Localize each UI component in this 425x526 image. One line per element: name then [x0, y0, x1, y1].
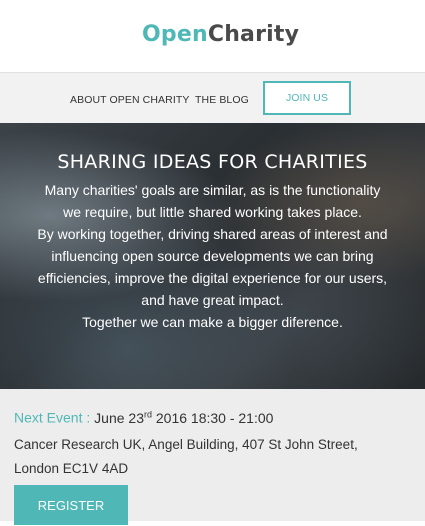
event-date-suffix: rd — [143, 409, 152, 419]
hero-title: SHARING IDEAS FOR CHARITIES — [57, 151, 368, 173]
logo-charity-text: Charity — [207, 22, 300, 47]
event-address: Cancer Research UK, Angel Building, 407 … — [14, 433, 394, 481]
join-us-button[interactable]: JOIN US — [263, 81, 351, 115]
next-event-section: Next Event : June 23rd 2016 18:30 - 21:0… — [0, 389, 425, 525]
main-nav: ABOUT OPEN CHARITY THE BLOG JOIN US — [0, 73, 425, 123]
nav-blog-link[interactable]: THE BLOG — [195, 94, 249, 106]
hero-line: influencing open source developments we … — [51, 248, 374, 264]
event-date-day: June 23 — [94, 409, 144, 426]
hero-banner: SHARING IDEAS FOR CHARITIES Many chariti… — [0, 123, 425, 389]
event-date-line: Next Event : June 23rd 2016 18:30 - 21:0… — [14, 409, 273, 426]
hero-text: Many charities' goals are similar, as is… — [0, 179, 425, 333]
next-event-label: Next Event : — [14, 409, 91, 426]
event-date-time: 2016 18:30 - 21:00 — [155, 409, 274, 426]
event-address-line: London EC1V 4AD — [14, 461, 129, 476]
event-address-line: Cancer Research UK, Angel Building, 407 … — [14, 437, 358, 452]
hero-line: we require, but little shared working ta… — [63, 204, 362, 220]
hero-line: Together we can make a bigger diference. — [82, 314, 343, 330]
register-button[interactable]: REGISTER — [14, 485, 128, 525]
hero-line: Many charities' goals are similar, as is… — [44, 182, 381, 198]
open-charity-logo[interactable]: OpenCharity — [142, 22, 299, 47]
site-header: OpenCharity — [0, 0, 425, 73]
logo-open-text: Open — [142, 22, 208, 47]
hero-line: and have great impact. — [141, 292, 284, 308]
event-date: June 23rd 2016 18:30 - 21:00 — [94, 409, 274, 426]
hero-line: efficiencies, improve the digital experi… — [37, 270, 388, 286]
nav-about-link[interactable]: ABOUT OPEN CHARITY — [70, 94, 189, 106]
hero-line: By working together, driving shared area… — [37, 226, 388, 242]
